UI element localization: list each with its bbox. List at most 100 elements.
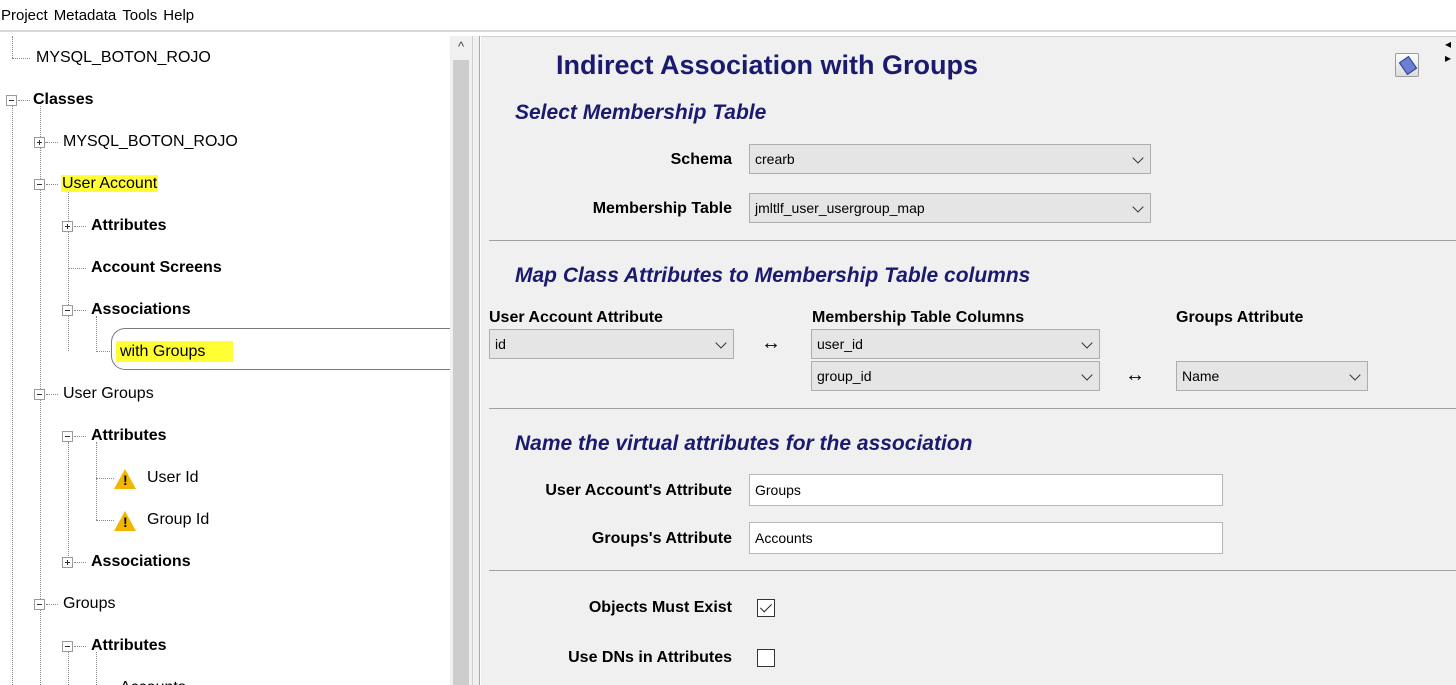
collapse-icon[interactable] xyxy=(6,95,17,106)
divider xyxy=(489,570,1456,571)
tree-ug-attributes[interactable]: Attributes xyxy=(91,425,167,447)
membership-column-1-value: user_id xyxy=(817,336,863,352)
collapse-icon[interactable] xyxy=(62,431,73,442)
groups-attribute-value: Name xyxy=(1182,368,1220,384)
use-dns-checkbox[interactable] xyxy=(757,649,775,667)
menu-metadata[interactable]: Metadata xyxy=(54,7,121,24)
divider xyxy=(489,408,1456,409)
membership-column-1-select[interactable]: user_id xyxy=(811,329,1100,359)
collapse-handle-icon[interactable]: ◂ ▸ xyxy=(1445,37,1456,67)
schema-select[interactable]: crearb xyxy=(749,144,1151,174)
tree-class-user-account[interactable]: User Account xyxy=(61,173,159,195)
tree-line xyxy=(68,268,86,269)
tree-ua-attributes[interactable]: Attributes xyxy=(91,215,167,237)
tree-class-groups[interactable]: Groups xyxy=(63,593,115,615)
tree-line xyxy=(96,520,114,521)
tree-ug-attr-group-id[interactable]: Group Id xyxy=(147,509,209,531)
panel-splitter[interactable] xyxy=(472,36,480,685)
divider xyxy=(489,240,1456,241)
user-account-attribute-select[interactable]: id xyxy=(489,329,734,359)
tree-line xyxy=(68,652,69,685)
collapse-icon[interactable] xyxy=(34,599,45,610)
chevron-down-icon xyxy=(1349,369,1361,381)
tree-line xyxy=(74,646,86,647)
section-title-map-attributes: Map Class Attributes to Membership Table… xyxy=(515,264,1031,287)
membership-table-label: Membership Table xyxy=(592,200,732,217)
menu-help[interactable]: Help xyxy=(163,7,198,24)
tree-classes[interactable]: Classes xyxy=(33,89,94,111)
tree-line xyxy=(68,190,69,351)
collapse-icon[interactable] xyxy=(62,641,73,652)
chevron-down-icon xyxy=(1132,201,1144,213)
collapse-icon[interactable] xyxy=(34,389,45,400)
tree-line xyxy=(12,106,13,685)
help-book-icon[interactable] xyxy=(1395,53,1419,77)
user-account-attribute-value: id xyxy=(495,336,506,352)
expand-icon[interactable] xyxy=(34,137,45,148)
warning-icon: ! xyxy=(114,511,136,531)
groups-virtual-attr-label: Groups's Attribute xyxy=(591,530,732,547)
tree-line xyxy=(46,604,58,605)
tree-line xyxy=(46,394,58,395)
tree-ua-account-screens[interactable]: Account Screens xyxy=(91,257,222,279)
highlight: with Groups xyxy=(116,341,234,362)
col-header-groups-attribute: Groups Attribute xyxy=(1176,309,1304,326)
tree-line xyxy=(46,184,58,185)
groups-attribute-select[interactable]: Name xyxy=(1176,361,1368,391)
collapse-icon[interactable] xyxy=(34,179,45,190)
tree-g-attributes[interactable]: Attributes xyxy=(91,635,167,657)
tree-line xyxy=(96,478,114,479)
tree-line xyxy=(12,36,13,58)
tree-scrollbar[interactable]: ^ xyxy=(450,36,472,685)
menu-project[interactable]: Project xyxy=(1,7,52,24)
membership-column-2-value: group_id xyxy=(817,368,872,384)
menu-bar: Project Metadata Tools Help xyxy=(0,0,1456,32)
tree-line xyxy=(96,316,97,352)
tree-line xyxy=(18,100,30,101)
tree-line xyxy=(68,442,69,562)
section-title-virtual-attributes: Name the virtual attributes for the asso… xyxy=(515,432,973,455)
scroll-thumb[interactable] xyxy=(453,60,469,685)
membership-column-2-select[interactable]: group_id xyxy=(811,361,1100,391)
tree-assoc-with-groups[interactable]: with Groups xyxy=(116,341,234,363)
tree-line xyxy=(96,351,112,352)
expand-icon[interactable] xyxy=(62,221,73,232)
tree-line xyxy=(96,442,97,520)
tree-g-attr-accounts[interactable]: Accounts xyxy=(120,677,186,685)
ua-virtual-attr-label: User Account's Attribute xyxy=(545,482,732,499)
tree-line xyxy=(74,562,86,563)
tree-class-user-groups[interactable]: User Groups xyxy=(63,383,154,405)
objects-must-exist-label: Objects Must Exist xyxy=(588,599,732,616)
ua-virtual-attr-input[interactable]: Groups xyxy=(749,474,1223,506)
chevron-down-icon xyxy=(1081,337,1093,349)
col-header-user-account-attribute: User Account Attribute xyxy=(489,309,663,326)
section-title-select-table: Select Membership Table xyxy=(515,101,767,124)
chevron-down-icon xyxy=(715,337,727,349)
groups-virtual-attr-input[interactable]: Accounts xyxy=(749,522,1223,554)
col-header-membership-columns: Membership Table Columns xyxy=(812,309,1025,326)
membership-table-select[interactable]: jmltlf_user_usergroup_map xyxy=(749,193,1151,223)
chevron-down-icon xyxy=(1081,369,1093,381)
scroll-up-icon[interactable]: ^ xyxy=(450,36,472,58)
tree-ug-attr-user-id[interactable]: User Id xyxy=(147,467,199,489)
page-title: Indirect Association with Groups xyxy=(556,50,979,80)
tree-line xyxy=(46,142,58,143)
bidirectional-arrow-icon: ↔ xyxy=(1125,364,1145,386)
tree-ug-associations[interactable]: Associations xyxy=(91,551,191,573)
association-editor: Indirect Association with Groups ◂ ▸ Sele… xyxy=(481,36,1456,685)
schema-label: Schema xyxy=(670,151,732,168)
tree-class-mysql[interactable]: MYSQL_BOTON_ROJO xyxy=(63,131,238,153)
tree-line xyxy=(74,310,86,311)
tree-line xyxy=(74,436,86,437)
menu-tools[interactable]: Tools xyxy=(122,7,161,24)
collapse-icon[interactable] xyxy=(62,305,73,316)
class-tree: MYSQL_BOTON_ROJO Classes MYSQL_BOTON_ROJ… xyxy=(0,36,450,685)
tree-line xyxy=(74,226,86,227)
objects-must-exist-checkbox[interactable] xyxy=(757,599,775,617)
use-dns-label: Use DNs in Attributes xyxy=(568,649,732,666)
tree-root-connection[interactable]: MYSQL_BOTON_ROJO xyxy=(36,47,211,69)
tree-ua-associations[interactable]: Associations xyxy=(91,299,191,321)
membership-table-value: jmltlf_user_usergroup_map xyxy=(755,200,925,216)
highlight: User Account xyxy=(61,175,159,192)
expand-icon[interactable] xyxy=(62,557,73,568)
